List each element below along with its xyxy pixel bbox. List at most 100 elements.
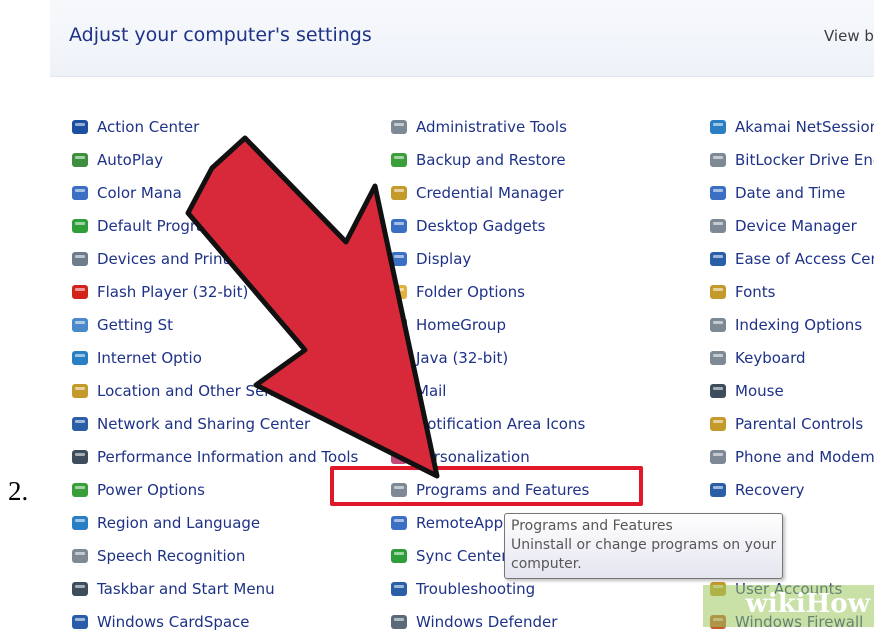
color-management-icon bbox=[70, 184, 90, 202]
control-panel-item-label: Devices and Printe bbox=[97, 249, 238, 268]
control-panel-item-label: Phone and Modem bbox=[735, 447, 874, 466]
mouse-icon bbox=[708, 382, 728, 400]
region-icon bbox=[70, 514, 90, 532]
control-panel-item-label: Windows CardSpace bbox=[97, 612, 250, 631]
sync-icon bbox=[389, 547, 409, 565]
step-number: 2. bbox=[8, 476, 29, 506]
printer-icon bbox=[70, 250, 90, 268]
indexing-icon bbox=[708, 316, 728, 334]
parental-icon bbox=[708, 415, 728, 433]
control-panel-item-windows-defender[interactable]: Windows Defender bbox=[389, 605, 589, 638]
control-panel-item-label: Action Center bbox=[97, 117, 200, 136]
tooltip-description-line1: Uninstall or change programs on your bbox=[511, 537, 777, 553]
control-panel-item-label: Administrative Tools bbox=[416, 117, 567, 136]
control-panel-item-backup-and-restore[interactable]: Backup and Restore bbox=[389, 143, 589, 176]
control-panel-item-device-manager[interactable]: Device Manager bbox=[708, 209, 874, 242]
control-panel-item-label: Ease of Access Cent bbox=[735, 249, 874, 268]
control-panel-item-label: Flash Player (32-bit) bbox=[97, 282, 249, 301]
control-panel-item-akamai-netsession[interactable]: Akamai NetSession bbox=[708, 110, 874, 143]
control-panel-item-speech-recognition[interactable]: Speech Recognition bbox=[70, 539, 358, 572]
remoteapp-icon bbox=[389, 514, 409, 532]
control-panel-item-windows-cardspace[interactable]: Windows CardSpace bbox=[70, 605, 358, 638]
control-panel-item-taskbar-and-start-menu[interactable]: Taskbar and Start Menu bbox=[70, 572, 358, 605]
default-programs-icon bbox=[70, 217, 90, 235]
keyboard-icon bbox=[708, 349, 728, 367]
control-panel-item-display[interactable]: Display bbox=[389, 242, 589, 275]
bitlocker-icon bbox=[708, 151, 728, 169]
control-panel-item-label: Mouse bbox=[735, 381, 784, 400]
control-panel-item-mail[interactable]: Mail bbox=[389, 374, 589, 407]
control-panel-item-label: Power Options bbox=[97, 480, 205, 499]
control-panel-item-label: Parental Controls bbox=[735, 414, 864, 433]
view-by-menu[interactable]: View b bbox=[824, 27, 874, 45]
control-panel-item-date-and-time[interactable]: Date and Time bbox=[708, 176, 874, 209]
control-panel-column-1: Action Center AutoPlay Color Mana Default P… bbox=[70, 110, 358, 638]
control-panel-item-homegroup[interactable]: HomeGroup bbox=[389, 308, 589, 341]
watermark-text: wikiHow bbox=[745, 589, 870, 619]
control-panel-item-color-mana[interactable]: Color Mana bbox=[70, 176, 358, 209]
control-panel-item-label: Network and Sharing Center bbox=[97, 414, 311, 433]
clock-icon bbox=[708, 184, 728, 202]
control-panel-item-autoplay[interactable]: AutoPlay bbox=[70, 143, 358, 176]
control-panel-item-desktop-gadgets[interactable]: Desktop Gadgets bbox=[389, 209, 589, 242]
control-panel-item-label: Internet Optio bbox=[97, 348, 202, 367]
autoplay-icon bbox=[70, 151, 90, 169]
control-panel-item-label: Java (32-bit) bbox=[416, 348, 509, 367]
control-panel-item-label: Location and Other Sen bbox=[97, 381, 274, 400]
programs-and-features-highlight bbox=[330, 466, 643, 506]
control-panel-item-label: Speech Recognition bbox=[97, 546, 246, 565]
java-icon bbox=[389, 349, 409, 367]
control-panel-item-label: Personalization bbox=[416, 447, 530, 466]
control-panel-item-devices-and-printe[interactable]: Devices and Printe bbox=[70, 242, 358, 275]
control-panel-item-administrative-tools[interactable]: Administrative Tools bbox=[389, 110, 589, 143]
mail-icon bbox=[389, 382, 409, 400]
flash-icon bbox=[70, 283, 90, 301]
control-panel-item-folder-options[interactable]: Folder Options bbox=[389, 275, 589, 308]
control-panel-item-indexing-options[interactable]: Indexing Options bbox=[708, 308, 874, 341]
credential-icon bbox=[389, 184, 409, 202]
network-icon bbox=[70, 415, 90, 433]
performance-icon bbox=[70, 448, 90, 466]
control-panel-item-label: Keyboard bbox=[735, 348, 806, 367]
control-panel-item-recovery[interactable]: Recovery bbox=[708, 473, 874, 506]
internet-options-icon bbox=[70, 349, 90, 367]
phone-icon bbox=[708, 448, 728, 466]
control-panel-item-credential-manager[interactable]: Credential Manager bbox=[389, 176, 589, 209]
control-panel-item-power-options[interactable]: Power Options bbox=[70, 473, 358, 506]
control-panel-item-label: Color Mana bbox=[97, 183, 182, 202]
programs-and-features-tooltip: Programs and Features Uninstall or chang… bbox=[504, 513, 783, 579]
control-panel-item-phone-and-modem[interactable]: Phone and Modem bbox=[708, 440, 874, 473]
control-panel-item-label: Indexing Options bbox=[735, 315, 863, 334]
control-panel-item-notification-area-icons[interactable]: Notification Area Icons bbox=[389, 407, 589, 440]
control-panel-item-java-32-bit[interactable]: Java (32-bit) bbox=[389, 341, 589, 374]
control-panel-item-bitlocker-drive-encr[interactable]: BitLocker Drive Encr bbox=[708, 143, 874, 176]
control-panel-item-location-and-other-sen[interactable]: Location and Other Sen bbox=[70, 374, 358, 407]
admin-tools-icon bbox=[389, 118, 409, 136]
control-panel-item-action-center[interactable]: Action Center bbox=[70, 110, 358, 143]
control-panel-item-getting-st[interactable]: Getting St bbox=[70, 308, 358, 341]
personalization-icon bbox=[389, 448, 409, 466]
control-panel-item-ease-of-access-cent[interactable]: Ease of Access Cent bbox=[708, 242, 874, 275]
control-panel-item-performance-information-and-tools[interactable]: Performance Information and Tools bbox=[70, 440, 358, 473]
notification-icon bbox=[389, 415, 409, 433]
control-panel-item-label: Device Manager bbox=[735, 216, 857, 235]
control-panel-item-label: Recovery bbox=[735, 480, 805, 499]
microphone-icon bbox=[70, 547, 90, 565]
control-panel-item-region-and-language[interactable]: Region and Language bbox=[70, 506, 358, 539]
getting-started-icon bbox=[70, 316, 90, 334]
troubleshooting-icon bbox=[389, 580, 409, 598]
control-panel-item-label: Akamai NetSession bbox=[735, 117, 874, 136]
control-panel-item-default-progra[interactable]: Default Progra bbox=[70, 209, 358, 242]
fonts-icon bbox=[708, 283, 728, 301]
control-panel-item-label: Folder Options bbox=[416, 282, 525, 301]
control-panel-item-fonts[interactable]: Fonts bbox=[708, 275, 874, 308]
control-panel-item-parental-controls[interactable]: Parental Controls bbox=[708, 407, 874, 440]
control-panel-item-label: Taskbar and Start Menu bbox=[97, 579, 275, 598]
control-panel-item-mouse[interactable]: Mouse bbox=[708, 374, 874, 407]
control-panel-item-flash-player-32-bit[interactable]: Flash Player (32-bit) bbox=[70, 275, 358, 308]
control-panel-item-label: Region and Language bbox=[97, 513, 261, 532]
recovery-icon bbox=[708, 481, 728, 499]
control-panel-item-internet-optio[interactable]: Internet Optio bbox=[70, 341, 358, 374]
control-panel-item-network-and-sharing-center[interactable]: Network and Sharing Center bbox=[70, 407, 358, 440]
control-panel-item-keyboard[interactable]: Keyboard bbox=[708, 341, 874, 374]
